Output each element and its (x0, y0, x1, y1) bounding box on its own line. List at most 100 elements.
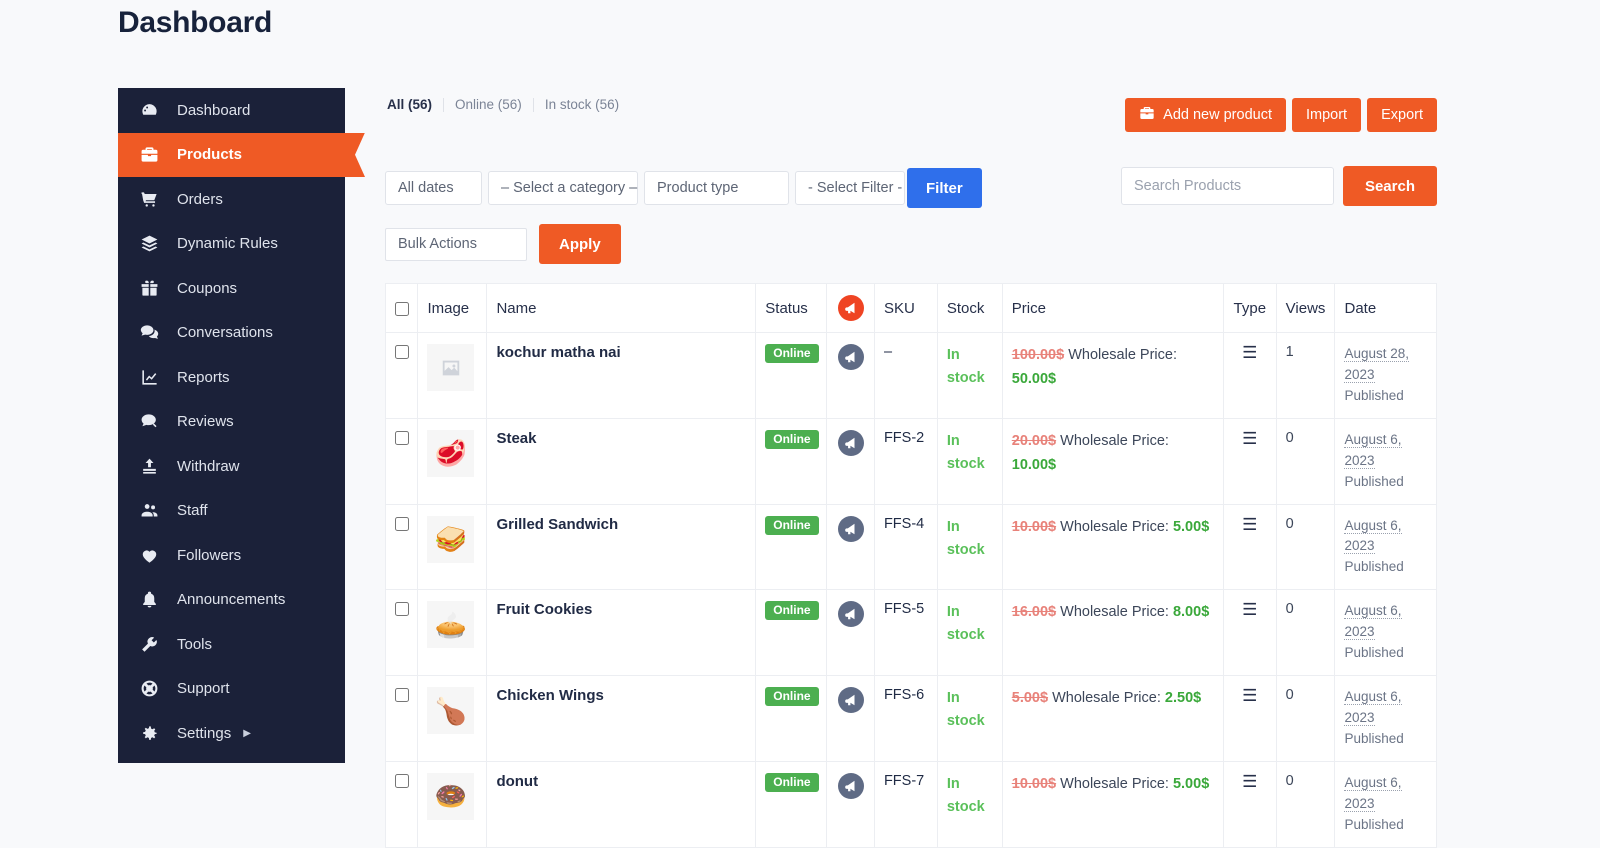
product-type-filter-select[interactable]: Product type (644, 171, 789, 205)
product-image-cell (417, 332, 488, 419)
apply-bulk-action-button[interactable]: Apply (539, 224, 621, 264)
promotion-cell (826, 503, 875, 591)
sidebar-item-label: Tools (177, 635, 213, 653)
sidebar-item-coupons[interactable]: Coupons (118, 266, 345, 311)
megaphone-icon[interactable] (837, 344, 864, 370)
header-promotion[interactable] (826, 283, 875, 333)
sidebar-item-label: Coupons (177, 279, 238, 297)
product-status-cell: Online (755, 332, 828, 419)
sidebar-item-dynamic-rules[interactable]: Dynamic Rules (118, 222, 345, 267)
row-select-checkbox[interactable] (395, 430, 409, 445)
product-status-cell: Online (755, 760, 828, 848)
price-cell: 10.00$ Wholesale Price: 5.00$ (1001, 760, 1224, 848)
row-select-checkbox[interactable] (395, 345, 409, 360)
wholesale-price-label: Wholesale Price: (1068, 347, 1177, 363)
sidebar-item-label: Reviews (177, 413, 234, 431)
sidebar-item-staff[interactable]: Staff (118, 489, 345, 534)
import-button[interactable]: Import (1291, 98, 1362, 132)
bulk-actions-select[interactable]: Bulk Actions (385, 227, 527, 261)
sidebar: Dashboard Products Orders Dynamic Rules Coup… (118, 88, 345, 763)
generic-filter-select[interactable]: - Select Filter - (795, 171, 905, 205)
sidebar-item-support[interactable]: Support (118, 667, 345, 712)
sku-cell: FFS-5 (873, 589, 938, 677)
hamburger-icon[interactable]: ☰ (1242, 686, 1257, 705)
product-thumbnail: 🥧 (427, 601, 475, 649)
wholesale-price-value: 50.00$ (1011, 370, 1057, 387)
views-count: 1 (1285, 344, 1294, 360)
header-views[interactable]: Views (1275, 283, 1336, 333)
search-group: Search (1120, 166, 1437, 206)
product-name-link[interactable]: donut (496, 773, 538, 790)
original-price: 20.00$ (1011, 432, 1057, 449)
category-filter-select[interactable]: – Select a category – (488, 171, 638, 205)
sidebar-item-products[interactable]: Products (118, 132, 345, 177)
sidebar-item-tools[interactable]: Tools (118, 622, 345, 667)
megaphone-icon[interactable] (837, 687, 864, 714)
chart-line-icon (140, 368, 170, 387)
row-select-checkbox[interactable] (395, 688, 409, 703)
sidebar-item-reports[interactable]: Reports (118, 355, 345, 400)
header-price[interactable]: Price (1001, 283, 1224, 333)
chat-icon (140, 323, 170, 342)
sidebar-item-withdraw[interactable]: Withdraw (118, 444, 345, 489)
chevron-right-icon[interactable]: ▶ (243, 728, 251, 739)
sidebar-item-reviews[interactable]: Reviews (118, 400, 345, 445)
header-stock[interactable]: Stock (936, 283, 1003, 333)
original-price: 16.00$ (1011, 604, 1057, 621)
sidebar-item-orders[interactable]: Orders (118, 177, 345, 222)
product-type-cell: ☰ (1222, 417, 1277, 505)
stock-cell: In stock (936, 760, 1003, 848)
sidebar-item-conversations[interactable]: Conversations (118, 311, 345, 356)
hamburger-icon[interactable]: ☰ (1242, 772, 1257, 791)
select-all-checkbox[interactable] (395, 301, 409, 316)
views-cell: 0 (1275, 760, 1336, 848)
hamburger-icon[interactable]: ☰ (1242, 600, 1257, 619)
sidebar-item-announcements[interactable]: Announcements (118, 578, 345, 623)
export-button[interactable]: Export (1367, 98, 1437, 132)
add-new-product-button[interactable]: Add new product (1125, 98, 1286, 132)
promotion-cell (826, 589, 875, 677)
publish-date: August 6, 2023 (1344, 689, 1402, 726)
speedometer-icon (140, 101, 170, 120)
add-new-product-label: Add new product (1163, 107, 1272, 123)
date-cell: August 6, 2023 Published (1334, 589, 1437, 677)
filter-button[interactable]: Filter (907, 168, 982, 208)
status-tab-2[interactable]: In stock (56) (534, 98, 630, 112)
row-select-checkbox[interactable] (395, 774, 409, 788)
header-date[interactable]: Date (1334, 283, 1437, 333)
row-select-checkbox[interactable] (395, 516, 409, 531)
sidebar-item-dashboard[interactable]: Dashboard (118, 88, 345, 133)
stock-cell: In stock (936, 332, 1003, 419)
sidebar-item-settings[interactable]: Settings ▶ (118, 711, 345, 756)
row-select-cell (384, 503, 419, 591)
header-name[interactable]: Name (486, 283, 757, 333)
product-name-link[interactable]: Grilled Sandwich (496, 516, 618, 533)
megaphone-icon[interactable] (837, 601, 864, 628)
row-select-checkbox[interactable] (395, 602, 409, 617)
header-sku[interactable]: SKU (873, 283, 938, 333)
status-tab-1[interactable]: Online (56) (444, 98, 534, 112)
date-filter-select[interactable]: All dates (385, 171, 482, 205)
product-name-link[interactable]: kochur matha nai (496, 344, 620, 361)
wholesale-price-value: 5.00$ (1172, 518, 1210, 535)
header-type[interactable]: Type (1222, 283, 1277, 333)
hamburger-icon[interactable]: ☰ (1242, 515, 1257, 534)
product-name-link[interactable]: Steak (496, 430, 536, 447)
price-cell: 5.00$ Wholesale Price: 2.50$ (1001, 675, 1224, 762)
search-button[interactable]: Search (1342, 166, 1437, 206)
views-cell: 0 (1275, 675, 1336, 762)
product-name-link[interactable]: Fruit Cookies (496, 601, 592, 618)
status-tab-0[interactable]: All (56) (385, 98, 445, 112)
header-status[interactable]: Status (755, 283, 828, 333)
header-image[interactable]: Image (417, 283, 488, 333)
product-name-link[interactable]: Chicken Wings (496, 687, 603, 704)
sidebar-item-followers[interactable]: Followers (118, 533, 345, 578)
search-input[interactable] (1120, 167, 1334, 205)
hamburger-icon[interactable]: ☰ (1242, 429, 1257, 448)
products-table-head: Image Name Status SKU Stock Price Type V… (384, 283, 1437, 333)
megaphone-icon[interactable] (837, 429, 864, 456)
date-cell: August 6, 2023 Published (1334, 417, 1437, 505)
megaphone-icon[interactable] (837, 772, 864, 799)
hamburger-icon[interactable]: ☰ (1242, 343, 1257, 362)
megaphone-icon[interactable] (837, 515, 864, 542)
